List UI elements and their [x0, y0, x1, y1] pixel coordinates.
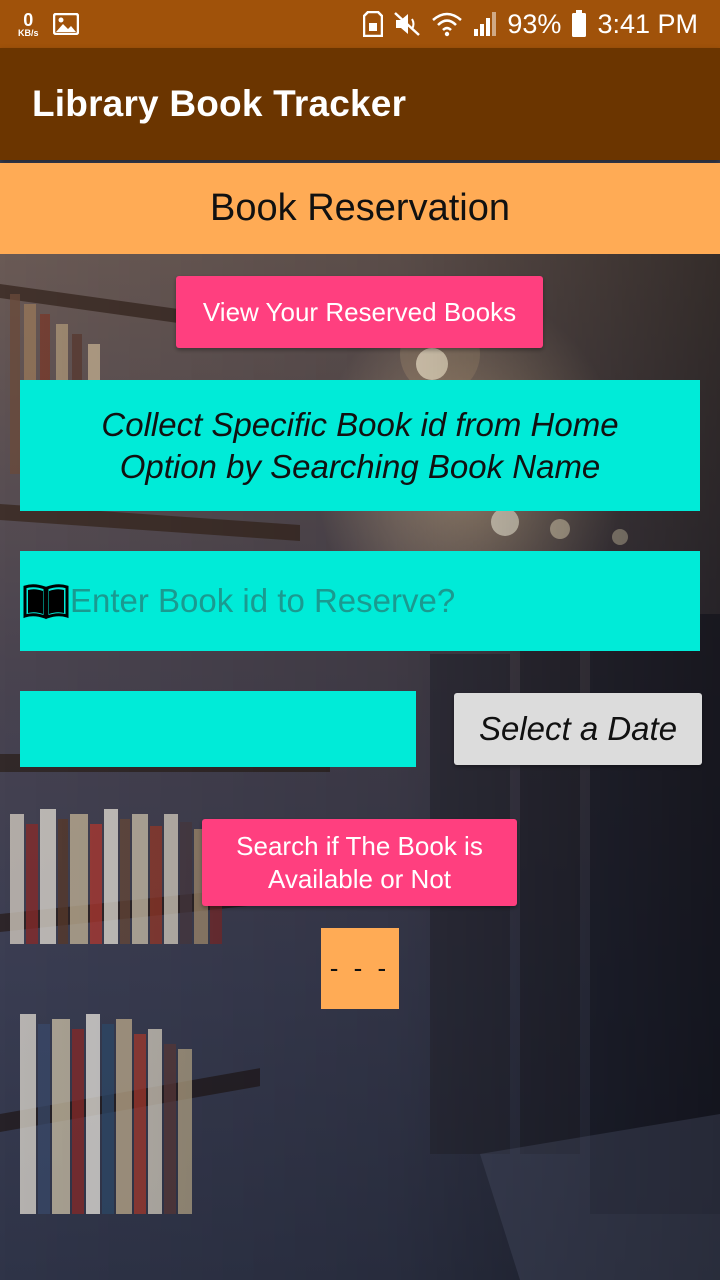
section-title: Book Reservation — [210, 187, 510, 229]
search-availability-label: Search if The Book is Available or Not — [236, 830, 483, 894]
status-bar: 0 KB/s 93% 3:41 PM — [0, 0, 720, 48]
clock: 3:41 PM — [597, 8, 698, 39]
book-id-placeholder: Enter Book id to Reserve? — [70, 582, 456, 619]
search-availability-button[interactable]: Search if The Book is Available or Not — [202, 819, 517, 906]
battery-icon — [571, 10, 587, 38]
section-header: Book Reservation — [0, 163, 720, 254]
book-id-input[interactable]: Enter Book id to Reserve? — [20, 551, 700, 651]
image-icon — [52, 13, 79, 35]
network-speed-unit: KB/s — [18, 27, 39, 38]
sim-card-icon — [363, 11, 384, 37]
app-bar: Library Book Tracker — [0, 48, 720, 160]
date-field[interactable] — [20, 691, 416, 767]
select-date-label: Select a Date — [478, 710, 678, 747]
view-reserved-books-button[interactable]: View Your Reserved Books — [176, 276, 543, 348]
network-speed: 0 KB/s — [18, 11, 39, 38]
app-title: Library Book Tracker — [32, 83, 407, 124]
book-icon — [20, 581, 70, 621]
availability-result-text: - - - — [329, 953, 391, 983]
instruction-text: Collect Specific Book id from Home Optio… — [101, 405, 619, 485]
availability-result: - - - — [321, 928, 399, 1009]
wifi-icon — [431, 11, 463, 37]
instruction-box: Collect Specific Book id from Home Optio… — [20, 380, 700, 511]
view-reserved-books-label: View Your Reserved Books — [202, 296, 517, 327]
network-speed-value: 0 — [23, 9, 34, 30]
mute-icon — [393, 11, 421, 37]
battery-percent: 93% — [507, 8, 562, 39]
select-date-button[interactable]: Select a Date — [454, 693, 702, 765]
signal-icon — [473, 11, 497, 37]
